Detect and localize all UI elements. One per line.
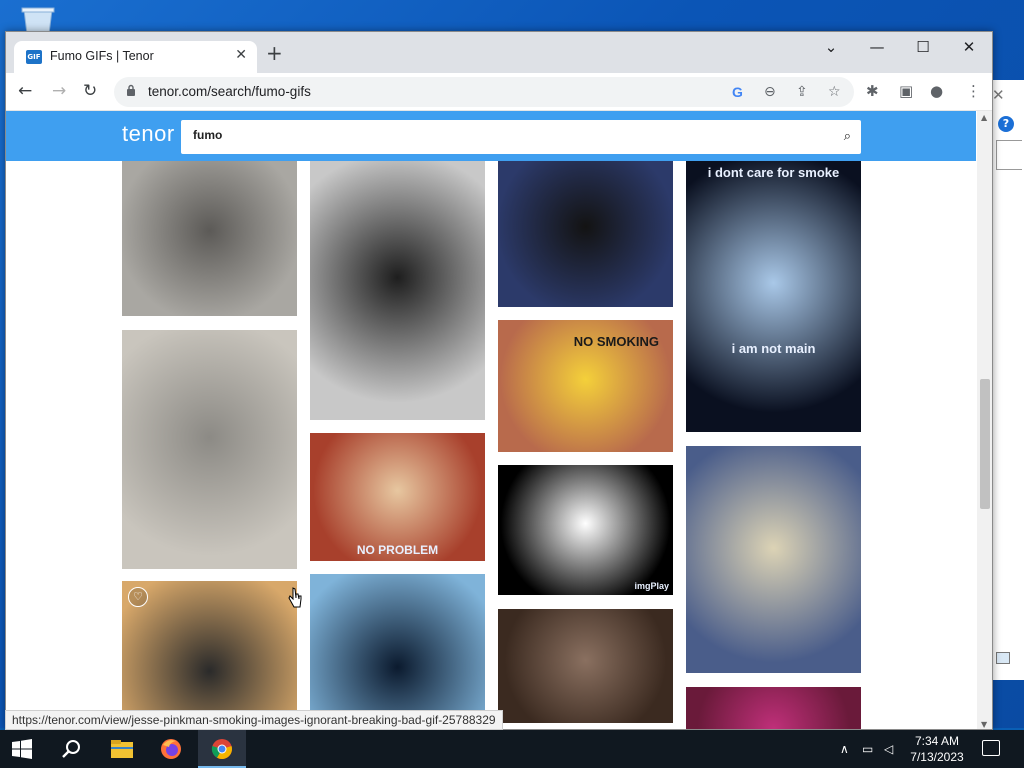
scroll-down-icon[interactable]: ▼ [981,720,987,729]
gif-overlay-text-bottom: i am not main [731,341,816,356]
browser-window: GIF Fumo GIFs | Tenor ✕ + ⌄ — ☐ ✕ ← → ↻ … [5,31,993,730]
gif-card[interactable] [498,161,673,307]
gif-card[interactable]: NO SMOKING [498,320,673,452]
gif-card[interactable]: i dont care for smoke i am not main [686,161,861,432]
google-translate-icon[interactable]: G [732,83,743,101]
background-close-icon[interactable]: ✕ [992,86,1005,104]
tenor-logo[interactable]: tenor [122,121,175,147]
folder-icon [111,740,133,758]
background-mini-icon [996,652,1010,664]
search-icon[interactable]: ⌕ [844,129,851,144]
gif-card[interactable]: imgPlay [498,465,673,595]
mouse-cursor-icon [288,587,302,608]
gif-card[interactable] [686,687,861,729]
page-content: tenor ⌕ ♡#jesse #pinkman NO PROBLEM NO SMO… [6,111,976,729]
page-scrollbar[interactable]: ▲ ▼ [977,111,992,729]
file-explorer-button[interactable] [98,730,146,768]
bookmark-star-icon[interactable]: ☆ [828,83,841,101]
tab-strip: GIF Fumo GIFs | Tenor ✕ + ⌄ — ☐ ✕ [6,32,992,73]
search-taskbar-icon [62,740,80,758]
background-panel [996,140,1022,170]
gif-card[interactable] [122,330,297,569]
menu-icon[interactable]: ⋮ [966,82,981,100]
gif-card[interactable] [122,161,297,316]
search-box: ⌕ [181,120,861,154]
tab-search-icon[interactable]: ⌄ [808,38,854,56]
side-panel-icon[interactable]: ▣ [899,82,913,100]
gif-card[interactable] [310,574,485,729]
notification-icon[interactable] [982,740,1000,756]
new-tab-button[interactable]: + [266,43,283,63]
extensions-icon[interactable]: ✱ [866,82,879,100]
maximize-button[interactable]: ☐ [900,38,946,56]
windows-start-icon[interactable] [12,739,32,759]
gif-overlay-text: imgPlay [634,581,669,591]
taskbar-clock[interactable]: 7:34 AM 7/13/2023 [906,733,968,765]
lock-icon[interactable] [126,84,136,97]
tab-title: Fumo GIFs | Tenor [50,49,154,63]
gif-card[interactable] [686,446,861,673]
reload-icon[interactable]: ↻ [83,82,97,100]
gif-card[interactable]: NO PROBLEM [310,433,485,561]
clock-date: 7/13/2023 [910,750,964,764]
back-icon[interactable]: ← [18,82,32,100]
chrome-button[interactable] [198,730,246,768]
tenor-header: tenor ⌕ [6,111,976,161]
help-icon[interactable]: ? [998,116,1014,132]
minimize-button[interactable]: — [854,38,900,56]
zoom-icon[interactable]: ⊖ [764,83,776,101]
gif-card[interactable] [310,161,485,420]
volume-muted-icon[interactable]: ◁ [884,742,893,756]
favicon-icon: GIF [26,50,42,64]
gif-card[interactable] [498,609,673,723]
scroll-up-icon[interactable]: ▲ [981,113,987,122]
tab-active[interactable]: GIF Fumo GIFs | Tenor ✕ [14,41,257,73]
favorite-heart-icon[interactable]: ♡ [128,587,148,607]
search-taskbar-button[interactable] [48,730,96,768]
search-input[interactable] [193,128,813,142]
taskbar: ∧ ▭ ◁ 7:34 AM 7/13/2023 [0,730,1024,768]
tab-close-icon[interactable]: ✕ [235,47,247,63]
gif-overlay-text: NO SMOKING [573,334,659,349]
browser-toolbar: ← → ↻ tenor.com/search/fumo-gifs G ⊖ ⇪ ☆… [6,73,992,111]
network-icon[interactable]: ▭ [862,742,873,756]
tray-chevron-icon[interactable]: ∧ [840,742,849,756]
share-icon[interactable]: ⇪ [796,83,808,101]
profile-icon[interactable]: ● [930,82,943,100]
close-window-button[interactable]: ✕ [946,38,992,56]
gif-overlay-text: NO PROBLEM [356,543,439,557]
url-text[interactable]: tenor.com/search/fumo-gifs [148,84,311,99]
address-bar[interactable]: tenor.com/search/fumo-gifs G ⊖ ⇪ ☆ [114,77,854,107]
gif-overlay-text: i dont care for smoke [707,165,840,180]
status-bar-url: https://tenor.com/view/jesse-pinkman-smo… [5,710,503,730]
firefox-button[interactable] [148,730,196,768]
scrollbar-thumb[interactable] [980,379,990,509]
gif-card[interactable]: ♡#jesse #pinkman [122,581,297,729]
forward-icon[interactable]: → [52,82,66,100]
firefox-icon [161,739,181,759]
chrome-icon [211,739,232,760]
clock-time: 7:34 AM [914,734,960,748]
